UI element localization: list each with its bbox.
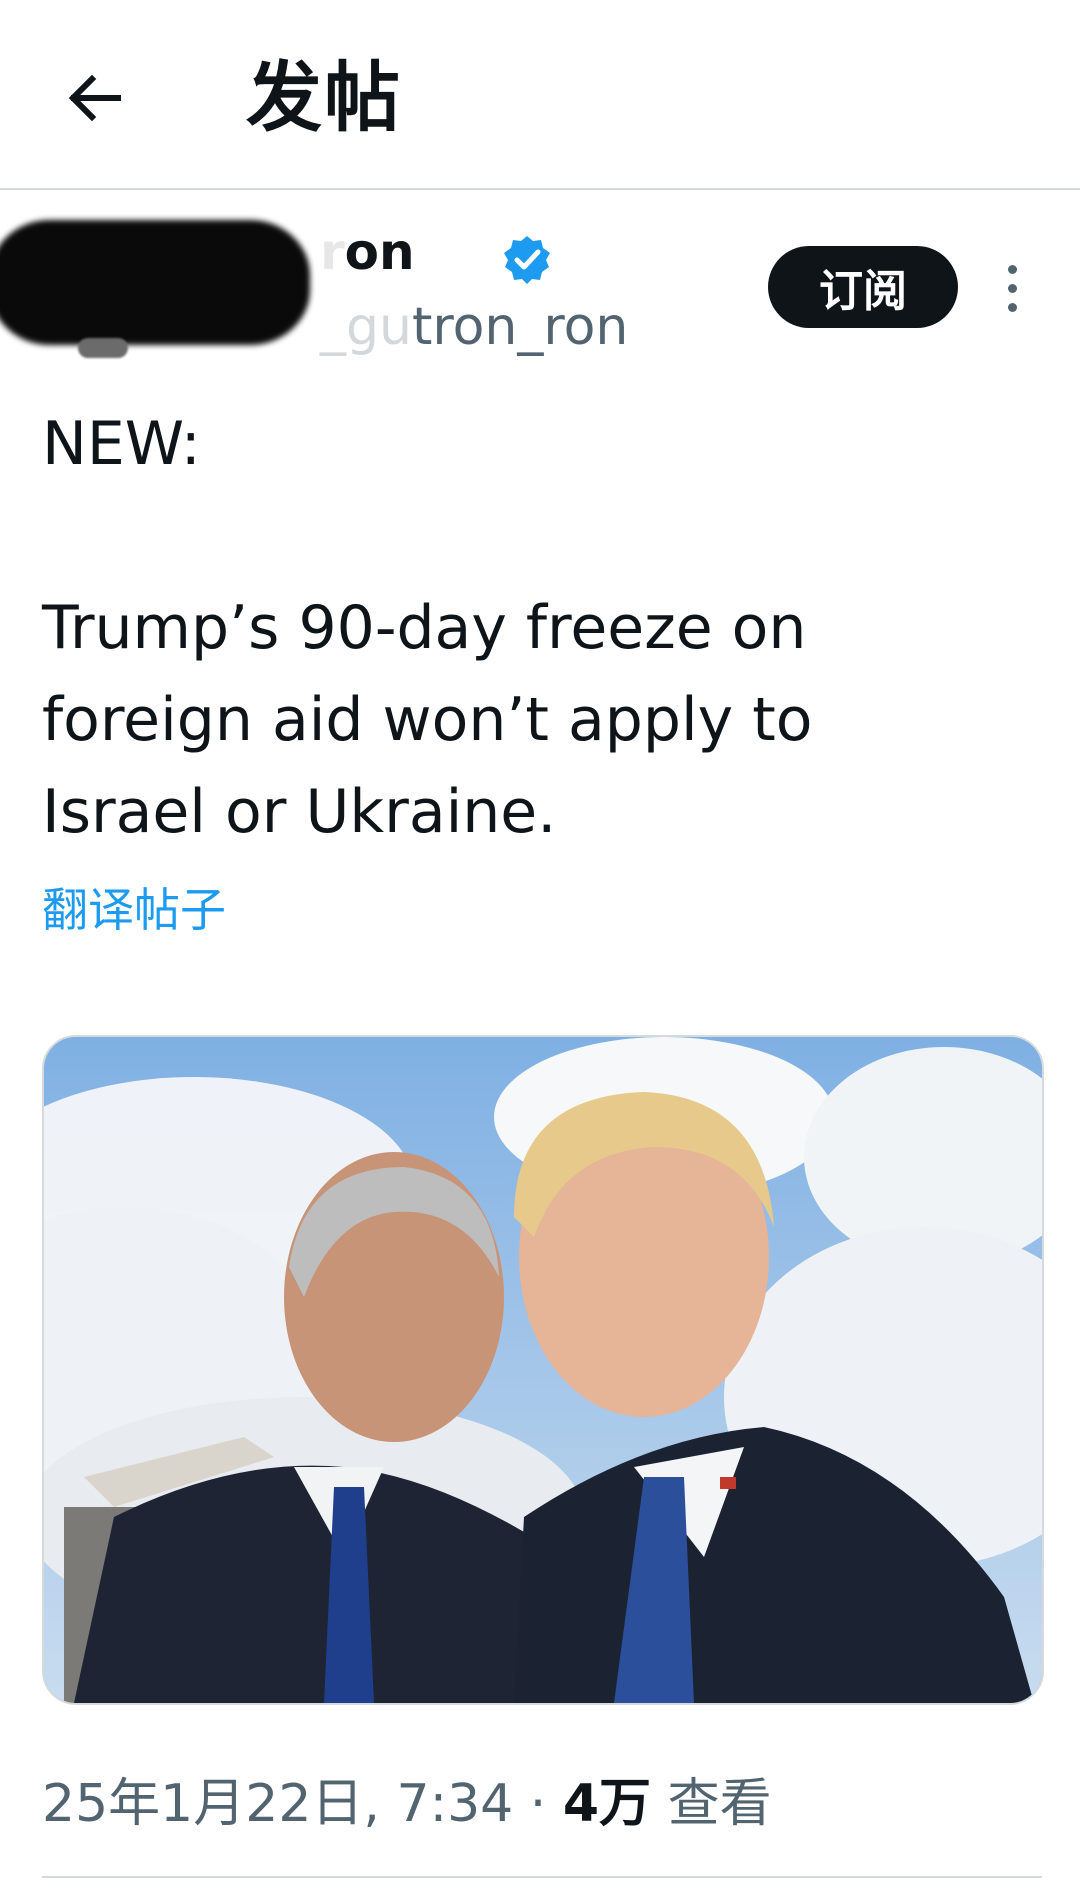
author-handle[interactable]: _gutron_ron: [320, 296, 628, 358]
arrow-left-icon: [68, 74, 121, 122]
divider: [42, 1876, 1042, 1878]
post-timestamp[interactable]: 25年1月22日, 7:34: [42, 1774, 513, 1834]
more-vertical-icon-dot: [1007, 283, 1017, 293]
meta-separator: ·: [529, 1774, 547, 1834]
photo-illustration: [44, 1037, 1042, 1703]
more-vertical-icon: [1007, 264, 1017, 274]
more-options-button[interactable]: [992, 252, 1032, 324]
redacted-avatar-and-name: [0, 220, 310, 345]
translate-post-link[interactable]: 翻译帖子: [42, 880, 226, 940]
post-author-row: ron _gutron_ron 订阅: [0, 190, 1080, 380]
handle-visible-part: tron_ron: [411, 297, 629, 357]
post-meta: 25年1月22日, 7:34 · 4万 查看: [42, 1772, 772, 1836]
views-label: 查看: [667, 1774, 772, 1834]
author-display-name[interactable]: ron: [320, 222, 415, 282]
verified-badge-icon: [504, 236, 550, 284]
avatar[interactable]: [78, 338, 128, 358]
top-app-bar: 发帖: [0, 0, 1080, 190]
more-vertical-icon-dot: [1007, 302, 1017, 312]
views-count: 4万: [562, 1774, 652, 1834]
post-text: NEW: Trump’s 90-day freeze on foreign ai…: [42, 409, 813, 847]
page-title: 发帖: [246, 53, 402, 142]
post-photo[interactable]: [42, 1035, 1044, 1705]
handle-faded-part: _gu: [320, 297, 412, 357]
back-button[interactable]: [58, 62, 130, 134]
display-name-visible-part: on: [344, 223, 415, 281]
display-name-faded-part: r: [320, 223, 345, 281]
subscribe-button[interactable]: 订阅: [768, 246, 958, 328]
